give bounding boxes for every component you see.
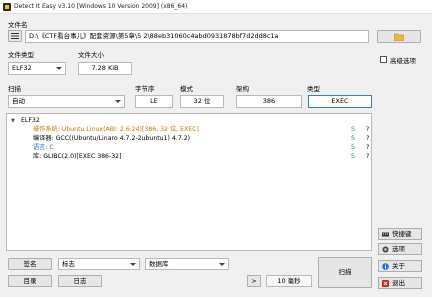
expand-icon: ▼ xyxy=(11,118,15,124)
result-row[interactable]: 语言: C S ? xyxy=(7,144,371,152)
type-label: 类型 xyxy=(307,85,320,93)
exit-label: 退出 xyxy=(392,279,405,287)
options-label: 选项 xyxy=(392,245,405,253)
result-text: 语言: C xyxy=(33,144,54,151)
exit-button[interactable]: 退出 xyxy=(378,277,422,289)
result-row[interactable]: 操作系统: Ubuntu Linux(ABI: 2.6.24)[386, 32 … xyxy=(7,126,371,134)
endian-value: LE xyxy=(135,95,173,108)
file-type-select[interactable]: ELF32 xyxy=(8,62,66,75)
file-name-label: 文件名 xyxy=(8,21,28,29)
file-size-label: 文件大小 xyxy=(78,51,104,59)
database-value: 数据库 xyxy=(149,260,169,268)
result-row[interactable]: 编译器: GCC((Ubuntu/Linaro 4.7.2-2ubuntu1) … xyxy=(7,135,371,143)
arch-value: 386 xyxy=(236,95,302,108)
endian-label: 字节序 xyxy=(135,85,155,93)
result-text: 编译器: GCC((Ubuntu/Linaro 4.7.2-2ubuntu1) … xyxy=(33,135,191,142)
log-flags-select[interactable]: 标志 xyxy=(58,258,140,270)
file-type-value: ELF32 xyxy=(12,64,32,72)
arrow-button[interactable]: > xyxy=(247,275,261,287)
bits-value: 32 位 xyxy=(180,95,224,108)
database-select[interactable]: 数据库 xyxy=(145,258,229,270)
scan-mode-value: 自动 xyxy=(12,97,25,105)
advanced-checkbox[interactable] xyxy=(380,56,387,63)
result-info[interactable]: ? xyxy=(366,153,369,161)
title-bar: Detect It Easy v3.10 [Windows 10 Version… xyxy=(0,0,432,14)
directory-button[interactable]: 目录 xyxy=(8,275,52,287)
window-title: Detect It Easy v3.10 [Windows 10 Version… xyxy=(14,3,188,10)
list-icon xyxy=(11,33,19,39)
tree-root[interactable]: ▼ ELF32 xyxy=(7,117,371,125)
file-size-value: 7.28 KiB xyxy=(78,62,132,75)
folder-icon xyxy=(394,33,404,41)
close-icon xyxy=(382,280,389,287)
file-type-label: 文件类型 xyxy=(8,51,34,59)
scan-label: 扫描 xyxy=(8,85,21,93)
about-button[interactable]: 关于 xyxy=(378,260,422,272)
result-signature[interactable]: S xyxy=(351,144,355,152)
result-text: 操作系统: Ubuntu Linux(ABI: 2.6.24)[386, 32 … xyxy=(33,126,199,133)
tree-root-label: ELF32 xyxy=(21,117,40,124)
signature-button[interactable]: 签名 xyxy=(8,258,52,270)
shortcuts-label: 快捷键 xyxy=(392,230,412,238)
file-name-input[interactable]: D:\《CTF看台事儿》配套资源\第5章\5 2\88eb31060c4abd0… xyxy=(25,30,369,43)
log-button[interactable]: 日志 xyxy=(58,275,102,287)
advanced-label: 高级选项 xyxy=(390,57,416,65)
gear-icon xyxy=(382,246,389,253)
chevron-down-icon xyxy=(130,263,136,266)
app-icon xyxy=(3,3,11,11)
keyboard-icon xyxy=(382,232,389,237)
result-signature[interactable]: S xyxy=(351,135,355,143)
result-row[interactable]: 库: GLIBC(2.0)[EXEC 386-32] S ? xyxy=(7,153,371,161)
result-info[interactable]: ? xyxy=(366,135,369,143)
chevron-down-icon xyxy=(219,263,225,266)
browse-button[interactable] xyxy=(377,30,421,43)
about-label: 关于 xyxy=(392,262,405,270)
results-tree[interactable]: ▼ ELF32 操作系统: Ubuntu Linux(ABI: 2.6.24)[… xyxy=(6,113,372,251)
type-value: EXEC xyxy=(308,95,372,108)
result-info[interactable]: ? xyxy=(366,144,369,152)
result-signature[interactable]: S xyxy=(351,153,355,161)
menu-list-button[interactable] xyxy=(8,30,22,42)
options-button[interactable]: 选项 xyxy=(378,243,422,255)
result-info[interactable]: ? xyxy=(366,126,369,134)
arch-label: 架构 xyxy=(236,85,249,93)
chevron-down-icon xyxy=(115,100,121,103)
shortcuts-button[interactable]: 快捷键 xyxy=(378,228,422,240)
chevron-down-icon xyxy=(56,67,62,70)
scan-mode-select[interactable]: 自动 xyxy=(8,95,125,108)
scan-button[interactable]: 扫描 xyxy=(318,257,372,288)
log-flags-value: 标志 xyxy=(62,260,75,268)
result-signature[interactable]: S xyxy=(351,126,355,134)
info-icon xyxy=(382,263,389,270)
result-text: 库: GLIBC(2.0)[EXEC 386-32] xyxy=(33,153,122,160)
mode-label: 模式 xyxy=(180,85,193,93)
scan-time-value: 10 毫秒 xyxy=(266,275,312,287)
